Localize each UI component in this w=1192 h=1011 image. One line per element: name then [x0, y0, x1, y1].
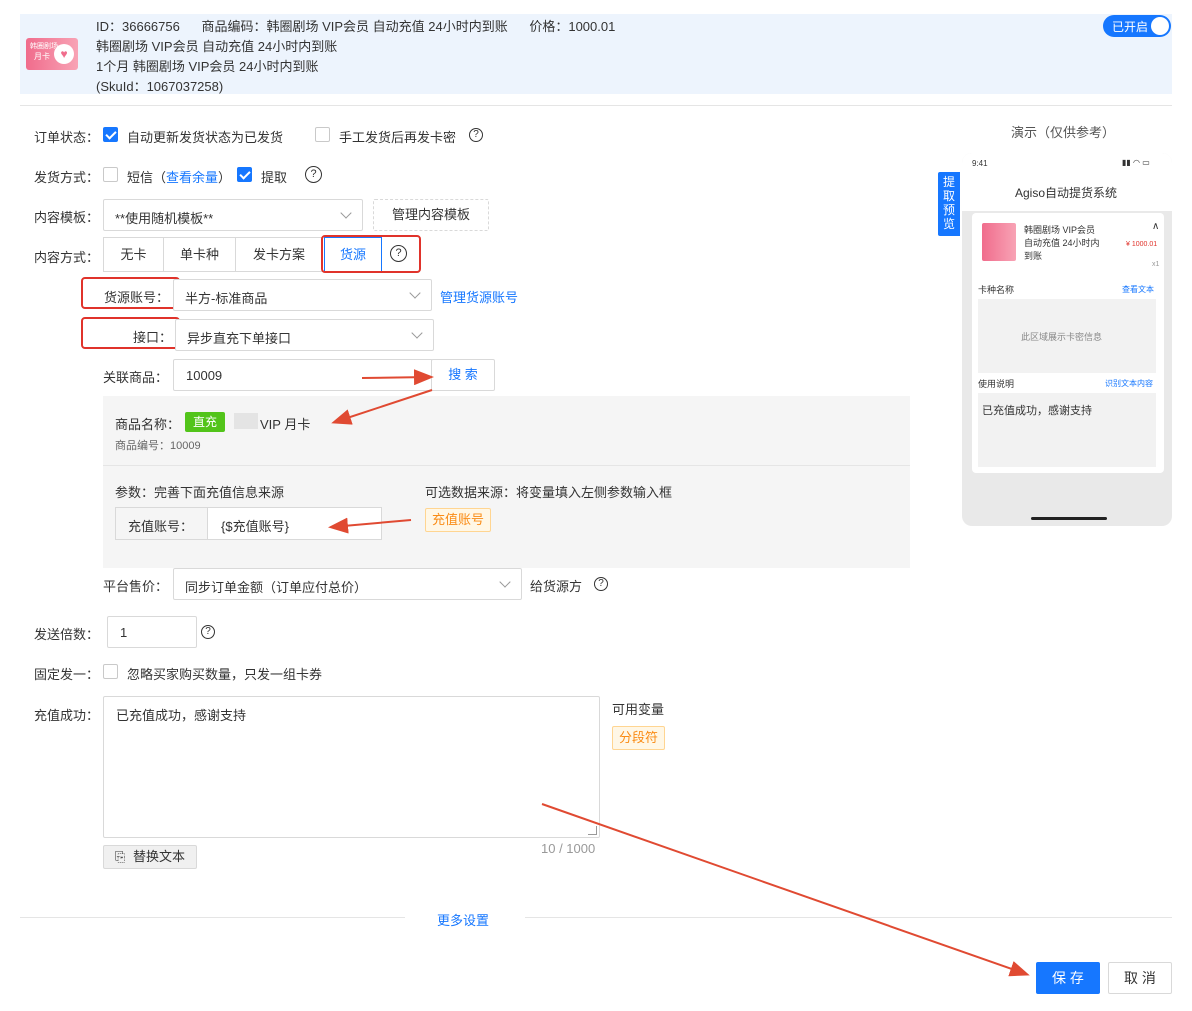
arrow-to-save	[541, 803, 1030, 977]
delivery-settings-page: 韩圈剧场 月卡 ♥ ID：36666756 商品编码：韩圈剧场 VIP会员 自动…	[0, 0, 1192, 1011]
arrow-to-product-name	[331, 389, 433, 425]
arrow-to-recharge-field	[328, 517, 412, 534]
annotation-arrows	[328, 369, 1030, 977]
arrow-to-search	[361, 369, 434, 386]
